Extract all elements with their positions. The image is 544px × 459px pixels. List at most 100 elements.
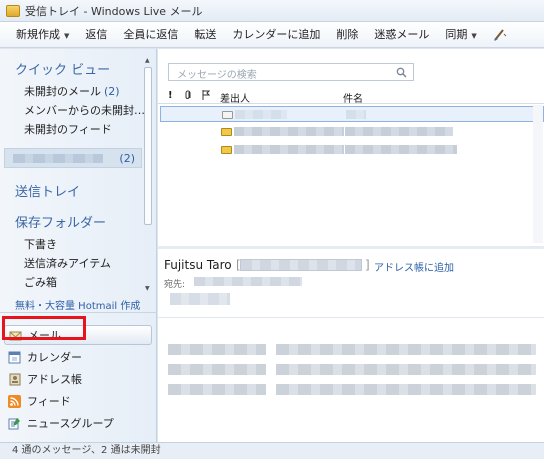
to-label: 宛先:	[164, 280, 186, 290]
folder-scrollbar[interactable]: ▲ ▼	[143, 57, 153, 295]
unread-envelope-icon	[221, 128, 232, 136]
scroll-up-icon[interactable]: ▲	[145, 57, 150, 64]
subject-column-header[interactable]: 件名	[343, 90, 363, 105]
nav-label: カレンダー	[27, 351, 82, 364]
reply-all-button[interactable]: 全員に返信	[115, 24, 186, 46]
message-body-redacted	[168, 344, 266, 355]
main-pane: メッセージの検索 ! 差出人 件名 Fujitsu Taro [ ] アドレス帳…	[158, 49, 544, 442]
hotmail-signup-link[interactable]: 無料・大容量 Hotmail 作成	[15, 297, 140, 312]
new-button-label: 新規作成	[16, 27, 60, 41]
recipient-redacted	[194, 277, 302, 286]
folder-tree: クイック ビュー 未開封のメール (2) メンバーからの未開封… 未開封のフィード…	[0, 49, 157, 295]
address-book-icon	[8, 373, 21, 386]
sender-redacted	[235, 110, 287, 119]
message-row[interactable]	[160, 124, 544, 140]
attachment-column-icon[interactable]	[185, 90, 191, 103]
message-row[interactable]	[160, 106, 544, 122]
message-body-redacted	[168, 364, 266, 375]
message-row[interactable]	[160, 142, 544, 158]
sidebar-item-label: 未開封のメール	[24, 85, 101, 98]
importance-column-header[interactable]: !	[168, 90, 173, 101]
sidebar-item-label: 未開封のフィード	[24, 123, 112, 136]
add-to-address-book-link[interactable]: アドレス帳に追加	[374, 259, 454, 274]
sender-redacted	[234, 127, 344, 136]
pane-splitter[interactable]	[158, 246, 544, 249]
status-text: 4 通のメッセージ、2 通は未開封	[12, 445, 161, 456]
quick-views-heading[interactable]: クイック ビュー	[15, 59, 110, 78]
chevron-down-icon: ▼	[64, 31, 70, 40]
subject-redacted	[345, 145, 457, 154]
calendar-icon	[8, 351, 21, 364]
newsgroup-icon	[8, 417, 21, 430]
delete-button-label: 削除	[336, 27, 359, 41]
nav-label: ニュースグループ	[27, 417, 114, 430]
subject-redacted	[345, 127, 453, 136]
account-header[interactable]: (2)	[4, 148, 142, 168]
recipient-redacted	[170, 293, 230, 305]
message-list-header: ! 差出人 件名	[158, 89, 544, 105]
window-title: 受信トレイ - Windows Live メール	[25, 4, 203, 18]
account-name-redacted	[13, 154, 103, 163]
divider	[158, 317, 544, 318]
unread-count: (2)	[104, 85, 120, 98]
nav-feeds[interactable]: フィード	[4, 391, 152, 411]
scroll-down-icon[interactable]: ▼	[145, 285, 150, 292]
toolbar: 新規作成 ▼ 返信 全員に返信 転送 カレンダーに追加 削除 迷惑メール 同期 ▼	[0, 22, 544, 48]
storage-folders-heading[interactable]: 保存フォルダー	[15, 212, 106, 231]
add-to-calendar-label: カレンダーに追加	[232, 27, 321, 41]
forward-button-label: 転送	[194, 27, 217, 41]
new-button[interactable]: 新規作成 ▼	[8, 24, 77, 46]
forward-button[interactable]: 転送	[186, 24, 224, 46]
message-body-redacted	[276, 364, 536, 375]
sync-button[interactable]: 同期 ▼	[437, 24, 484, 46]
delete-button[interactable]: 削除	[328, 24, 366, 46]
reply-all-button-label: 全員に返信	[123, 27, 179, 41]
paintbrush-icon[interactable]	[489, 24, 511, 46]
reading-sender-name: Fujitsu Taro	[164, 258, 232, 272]
message-body-redacted	[276, 344, 536, 355]
sidebar-item-drafts[interactable]: 下書き	[24, 236, 57, 252]
sidebar-item-trash[interactable]: ごみ箱	[24, 274, 57, 290]
status-bar: 4 通のメッセージ、2 通は未開封	[0, 442, 544, 459]
unread-envelope-icon	[221, 146, 232, 154]
nav-newsgroups[interactable]: ニュースグループ	[4, 413, 152, 433]
sidebar-item-unread-mail[interactable]: 未開封のメール (2)	[24, 83, 120, 99]
rss-feed-icon	[8, 394, 21, 408]
junk-button[interactable]: 迷惑メール	[366, 24, 437, 46]
nav-calendar[interactable]: カレンダー	[4, 347, 152, 367]
account-unread-count: (2)	[119, 152, 135, 165]
junk-button-label: 迷惑メール	[374, 27, 430, 41]
reply-button-label: 返信	[85, 27, 108, 41]
search-icon[interactable]	[396, 67, 407, 81]
chevron-down-icon: ▼	[471, 31, 477, 40]
bracket-close: ]	[365, 258, 370, 272]
title-bar: 受信トレイ - Windows Live メール	[0, 0, 544, 22]
scrollbar-thumb[interactable]	[144, 67, 152, 225]
add-to-calendar-button[interactable]: カレンダーに追加	[224, 24, 328, 46]
sender-address-redacted	[240, 259, 362, 271]
nav-label: フィード	[27, 395, 71, 408]
search-input[interactable]: メッセージの検索	[168, 63, 414, 81]
message-list-scrollbar[interactable]	[533, 105, 543, 243]
subject-redacted	[346, 110, 366, 119]
sync-button-label: 同期	[445, 27, 468, 41]
sidebar-item-unread-feeds[interactable]: 未開封のフィード	[24, 121, 112, 137]
sidebar-item-sent[interactable]: 送信済みアイテム	[24, 255, 111, 271]
sidebar-item-outbox[interactable]: 送信トレイ	[15, 181, 80, 200]
flag-column-icon[interactable]	[202, 90, 211, 103]
message-body-redacted	[276, 384, 536, 395]
search-placeholder: メッセージの検索	[177, 70, 257, 81]
inbox-folder-icon	[6, 4, 20, 17]
nav-label: アドレス帳	[27, 373, 82, 386]
sender-column-header[interactable]: 差出人	[220, 90, 250, 105]
sender-redacted	[234, 145, 344, 154]
highlight-box	[2, 316, 86, 340]
message-body-redacted	[168, 384, 266, 395]
read-envelope-icon	[222, 111, 233, 119]
folder-pane: クイック ビュー 未開封のメール (2) メンバーからの未開封… 未開封のフィード…	[0, 49, 157, 442]
sidebar-item-unread-from-contacts[interactable]: メンバーからの未開封…	[24, 102, 145, 118]
sidebar-item-label: メンバーからの未開封…	[24, 104, 145, 117]
reply-button[interactable]: 返信	[77, 24, 115, 46]
nav-address-book[interactable]: アドレス帳	[4, 369, 152, 389]
divider	[0, 312, 157, 313]
